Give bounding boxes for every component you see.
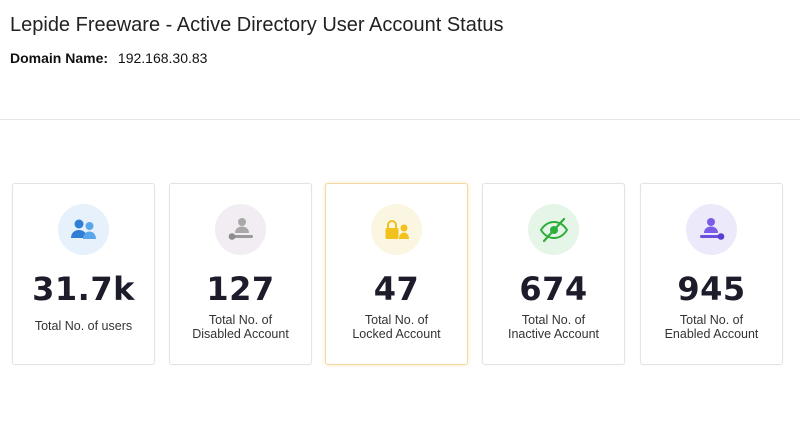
inactive-eye-icon (528, 204, 579, 255)
disabled-user-icon (215, 204, 266, 255)
enabled-user-icon (686, 204, 737, 255)
card-value: 127 (206, 270, 275, 308)
card-caption: Total No. of Inactive Account (507, 313, 600, 341)
card-caption: Total No. of Locked Account (352, 313, 441, 341)
domain-row: Domain Name: 192.168.30.83 (10, 50, 207, 66)
card-enabled-accounts[interactable]: 945 Total No. of Enabled Account (640, 183, 783, 365)
card-disabled-accounts[interactable]: 127 Total No. of Disabled Account (169, 183, 312, 365)
stats-cards: 31.7k Total No. of users 127 Total No. o… (12, 183, 784, 365)
card-caption: Total No. of users (34, 319, 133, 333)
card-caption: Total No. of Disabled Account (192, 313, 289, 341)
card-value: 674 (519, 270, 588, 308)
header-divider (0, 119, 800, 120)
card-value: 47 (373, 270, 420, 308)
card-value: 31.7k (32, 270, 135, 308)
locked-user-icon (371, 204, 422, 255)
page-title: Lepide Freeware - Active Directory User … (10, 14, 504, 36)
users-icon (58, 204, 109, 255)
card-value: 945 (677, 270, 746, 308)
domain-label: Domain Name: (10, 50, 109, 66)
domain-value: 192.168.30.83 (117, 50, 208, 66)
card-caption: Total No. of Enabled Account (664, 313, 759, 341)
card-inactive-accounts[interactable]: 674 Total No. of Inactive Account (482, 183, 625, 365)
card-locked-accounts[interactable]: 47 Total No. of Locked Account (325, 183, 468, 365)
card-total-users[interactable]: 31.7k Total No. of users (12, 183, 155, 365)
